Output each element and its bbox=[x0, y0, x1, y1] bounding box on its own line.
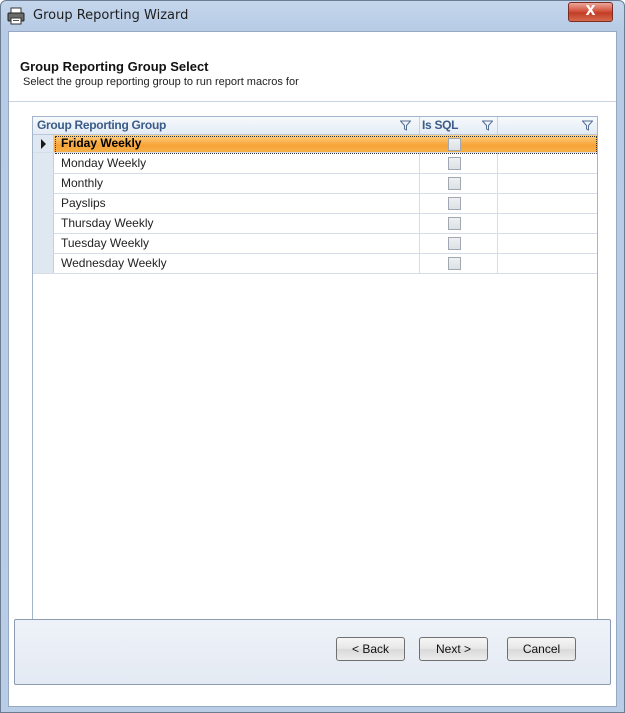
table-row[interactable]: Friday Weekly bbox=[33, 135, 597, 154]
cell-divider bbox=[497, 213, 498, 233]
cell-divider bbox=[497, 233, 498, 253]
group-grid[interactable]: Group Reporting Group Is SQL Friday Week… bbox=[32, 116, 598, 648]
title-bar[interactable]: Group Reporting Wizard X bbox=[1, 1, 624, 31]
is-sql-checkbox[interactable] bbox=[448, 217, 461, 230]
is-sql-checkbox[interactable] bbox=[448, 237, 461, 250]
cell-divider bbox=[419, 193, 420, 213]
cell-divider bbox=[497, 193, 498, 213]
focus-rectangle bbox=[55, 136, 597, 154]
cell-divider bbox=[497, 253, 498, 273]
row-selector[interactable] bbox=[33, 153, 54, 173]
table-row[interactable]: Monthly bbox=[33, 173, 597, 194]
filter-icon[interactable] bbox=[482, 120, 493, 131]
filter-icon[interactable] bbox=[582, 120, 593, 131]
group-name-cell[interactable]: Tuesday Weekly bbox=[61, 233, 149, 253]
cell-divider bbox=[497, 173, 498, 193]
row-selector[interactable] bbox=[33, 253, 54, 273]
cell-divider bbox=[419, 213, 420, 233]
row-selector[interactable] bbox=[33, 173, 54, 193]
is-sql-checkbox[interactable] bbox=[448, 177, 461, 190]
group-name-cell[interactable]: Monthly bbox=[61, 173, 103, 193]
table-row[interactable]: Payslips bbox=[33, 193, 597, 214]
is-sql-checkbox[interactable] bbox=[448, 157, 461, 170]
group-name-cell[interactable]: Payslips bbox=[61, 193, 106, 213]
group-name-cell[interactable]: Monday Weekly bbox=[61, 153, 146, 173]
row-selector[interactable] bbox=[33, 213, 54, 233]
wizard-footer: < Back Next > Cancel bbox=[8, 616, 615, 705]
button-panel: < Back Next > Cancel bbox=[14, 619, 611, 685]
is-sql-checkbox[interactable] bbox=[448, 197, 461, 210]
column-header-is-sql[interactable]: Is SQL bbox=[422, 117, 459, 134]
back-button[interactable]: < Back bbox=[336, 637, 405, 661]
row-selector[interactable] bbox=[33, 193, 54, 213]
cell-divider bbox=[419, 253, 420, 273]
group-name-cell[interactable]: Wednesday Weekly bbox=[61, 253, 167, 273]
table-row[interactable]: Wednesday Weekly bbox=[33, 253, 597, 274]
table-row[interactable]: Tuesday Weekly bbox=[33, 233, 597, 254]
wizard-client-area: Group Reporting Group Select Select the … bbox=[8, 31, 617, 707]
table-row[interactable]: Monday Weekly bbox=[33, 153, 597, 174]
cancel-button[interactable]: Cancel bbox=[507, 637, 576, 661]
current-row-arrow-icon bbox=[41, 139, 46, 149]
close-button[interactable]: X bbox=[568, 2, 613, 22]
grid-header-row: Group Reporting Group Is SQL bbox=[33, 117, 597, 135]
column-divider bbox=[497, 117, 498, 134]
filter-icon[interactable] bbox=[400, 120, 411, 131]
cell-divider bbox=[497, 153, 498, 173]
printer-icon bbox=[7, 7, 25, 25]
window-title: Group Reporting Wizard bbox=[33, 8, 189, 23]
wizard-header: Group Reporting Group Select Select the … bbox=[9, 32, 616, 102]
page-subtitle: Select the group reporting group to run … bbox=[23, 76, 299, 88]
cell-divider bbox=[419, 173, 420, 193]
page-title: Group Reporting Group Select bbox=[20, 59, 209, 74]
cell-divider bbox=[419, 153, 420, 173]
table-row[interactable]: Thursday Weekly bbox=[33, 213, 597, 234]
row-selector[interactable] bbox=[33, 233, 54, 253]
row-selector[interactable] bbox=[33, 135, 54, 152]
close-icon: X bbox=[585, 4, 596, 19]
cell-divider bbox=[419, 233, 420, 253]
next-button[interactable]: Next > bbox=[419, 637, 488, 661]
column-header-group[interactable]: Group Reporting Group bbox=[37, 117, 166, 134]
group-name-cell[interactable]: Thursday Weekly bbox=[61, 213, 153, 233]
is-sql-checkbox[interactable] bbox=[448, 257, 461, 270]
column-divider bbox=[419, 117, 420, 134]
wizard-window: Group Reporting Wizard X Group Reporting… bbox=[0, 0, 625, 713]
